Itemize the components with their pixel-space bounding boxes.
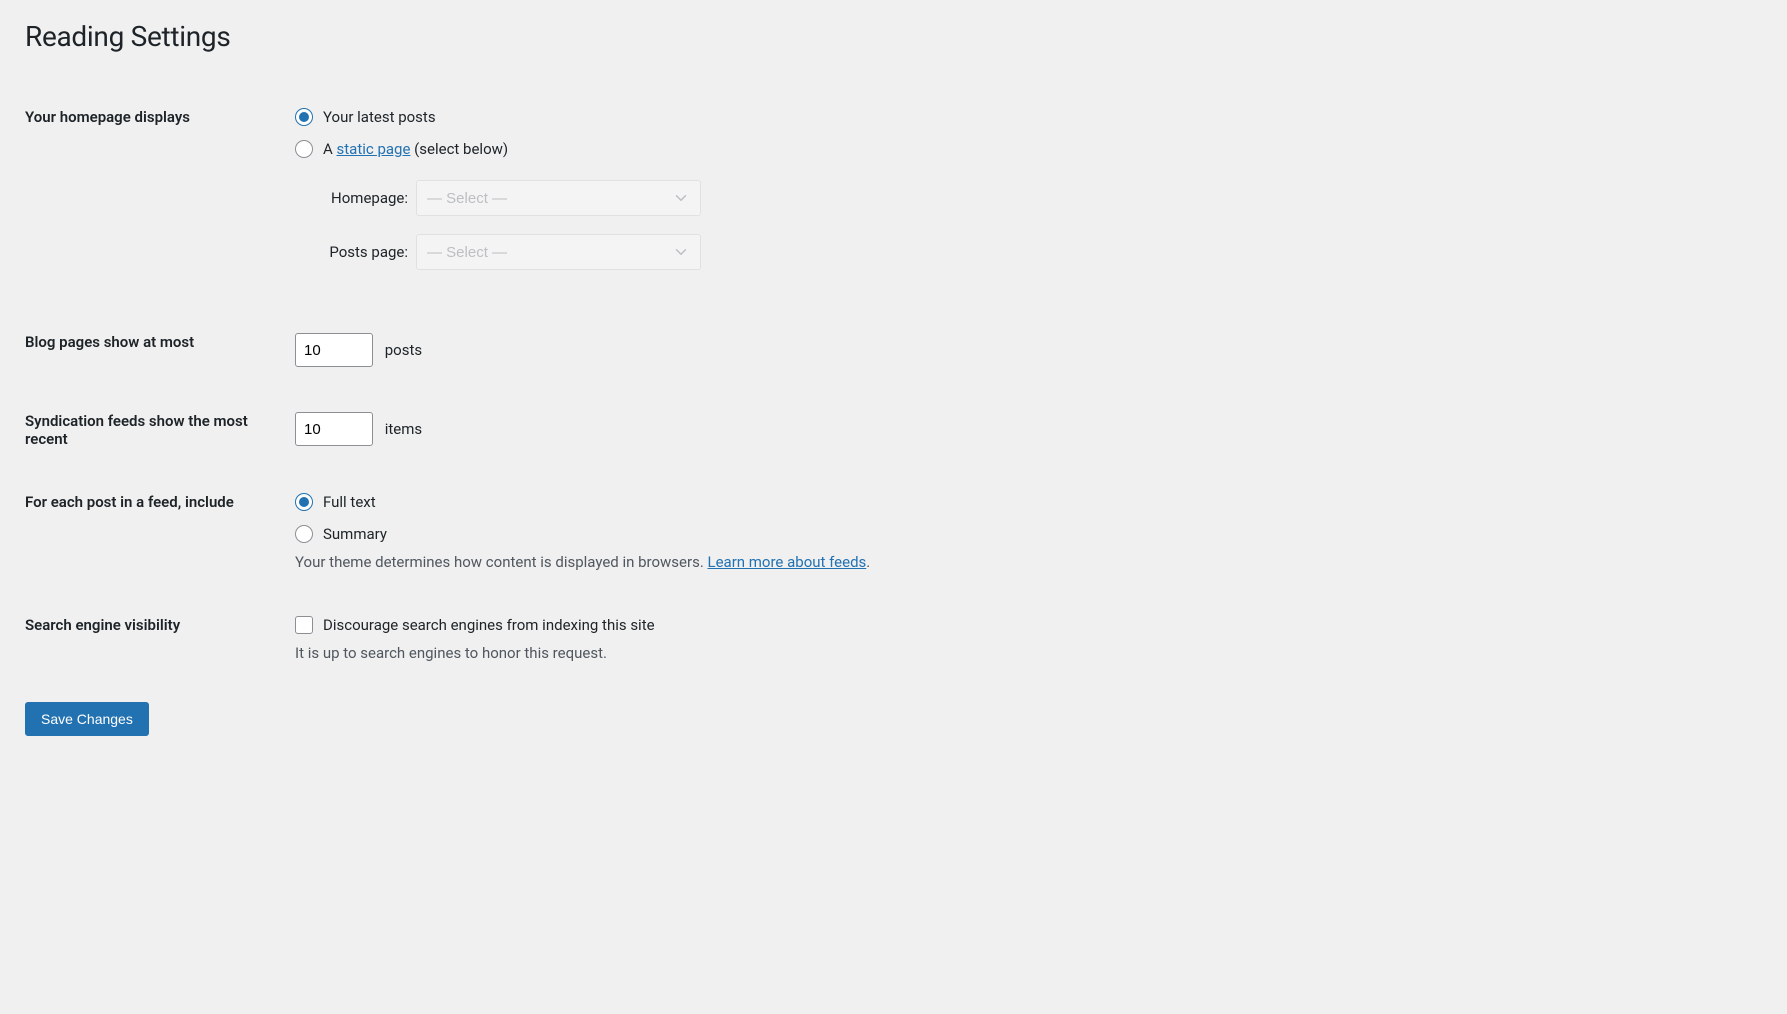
posts-page-select-label: Posts page: [320, 243, 408, 261]
syndication-suffix: items [385, 420, 422, 438]
radio-static-page[interactable] [295, 140, 313, 158]
posts-page-select[interactable]: — Select — [416, 234, 701, 270]
blog-pages-suffix: posts [385, 341, 422, 359]
search-visibility-label: Search engine visibility [25, 586, 295, 677]
learn-more-feeds-link[interactable]: Learn more about feeds [708, 553, 867, 571]
radio-full-text-label: Full text [323, 493, 376, 511]
search-visibility-checkbox-label: Discourage search engines from indexing … [323, 616, 655, 634]
syndication-label: Syndication feeds show the most recent [25, 382, 295, 463]
radio-static-page-label: A static page (select below) [323, 140, 508, 158]
radio-full-text[interactable] [295, 493, 313, 511]
save-changes-button[interactable]: Save Changes [25, 702, 149, 736]
static-page-link[interactable]: static page [337, 140, 411, 158]
radio-summary-label: Summary [323, 525, 387, 543]
blog-pages-input[interactable] [295, 333, 373, 367]
radio-latest-posts[interactable] [295, 108, 313, 126]
page-title: Reading Settings [25, 20, 1762, 53]
search-visibility-description: It is up to search engines to honor this… [295, 644, 1762, 662]
radio-summary[interactable] [295, 525, 313, 543]
homepage-select-label: Homepage: [320, 189, 408, 207]
syndication-input[interactable] [295, 412, 373, 446]
homepage-select[interactable]: — Select — [416, 180, 701, 216]
search-visibility-checkbox[interactable] [295, 616, 313, 634]
feed-description: Your theme determines how content is dis… [295, 553, 1762, 571]
radio-latest-posts-label: Your latest posts [323, 108, 436, 126]
feed-include-label: For each post in a feed, include [25, 463, 295, 586]
blog-pages-label: Blog pages show at most [25, 303, 295, 382]
homepage-displays-label: Your homepage displays [25, 93, 295, 303]
